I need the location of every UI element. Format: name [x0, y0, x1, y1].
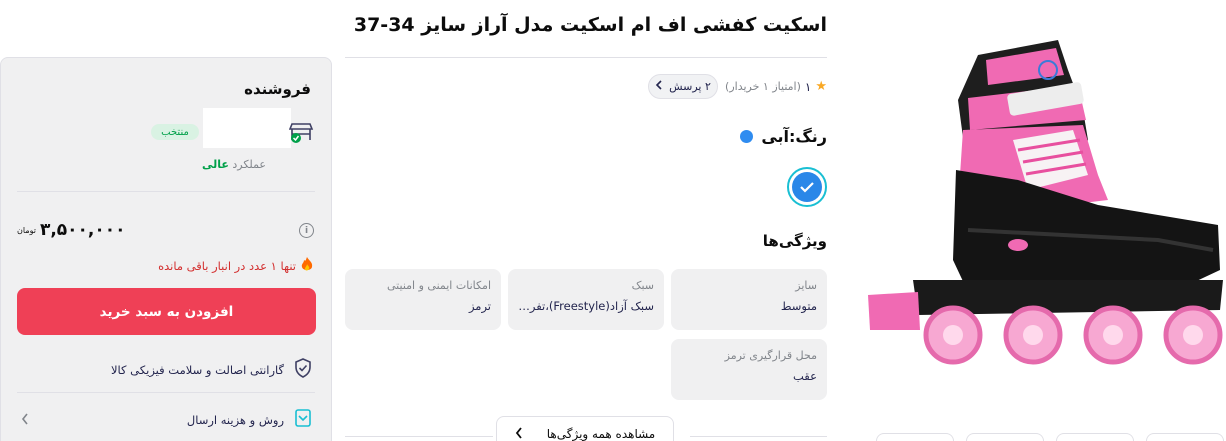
- selected-seller-badge: منتخب: [151, 124, 199, 140]
- color-selector-label: رنگ:آبی: [740, 127, 827, 146]
- feature-label: سایز: [795, 279, 817, 292]
- divider: [17, 392, 315, 393]
- thumbnail[interactable]: [966, 433, 1044, 441]
- color-dot-icon: [740, 130, 754, 143]
- features-heading: ویژگی‌ها: [762, 232, 827, 250]
- star-icon: ★: [815, 79, 827, 94]
- add-to-cart-button[interactable]: افزودن به سبد خرید: [17, 288, 316, 335]
- feature-value: سبک آزاد(Freestyle)،تفری...: [518, 299, 654, 313]
- thumbnail[interactable]: [1146, 433, 1224, 441]
- color-swatch-blue[interactable]: [787, 167, 827, 207]
- chevron-left-icon: [515, 426, 523, 441]
- chevron-left-icon[interactable]: [21, 410, 29, 429]
- see-all-label: مشاهده همه ویژگی‌ها: [546, 427, 656, 441]
- divider: [690, 436, 827, 437]
- feature-card: محل قرارگیری ترمز عقب: [671, 339, 827, 400]
- price: ۳,۵۰۰,۰۰۰ تومان: [17, 220, 126, 240]
- divider: [17, 191, 315, 192]
- product-image[interactable]: [858, 30, 1226, 425]
- divider: [345, 436, 493, 437]
- feature-value: متوسط: [780, 299, 817, 313]
- color-label: رنگ:آبی: [761, 127, 827, 146]
- shop-icon: [288, 120, 315, 148]
- seller-logo: [203, 108, 291, 148]
- info-icon[interactable]: i: [299, 223, 314, 238]
- stock-warning-text: تنها ۱ عدد در انبار باقی مانده: [158, 258, 296, 273]
- feature-label: محل قرارگیری ترمز: [724, 349, 817, 362]
- thumbnail-strip: [876, 433, 1224, 441]
- seller-panel: فروشنده منتخب عملکرد عالی i ۳,۵۰۰,۰۰۰ تو…: [0, 57, 332, 441]
- chevron-left-icon: [655, 80, 663, 93]
- see-all-features-button[interactable]: مشاهده همه ویژگی‌ها: [496, 416, 674, 441]
- seller-heading: فروشنده: [244, 80, 311, 98]
- seller-performance: عملکرد عالی: [201, 158, 266, 171]
- guarantee-text: گارانتی اصالت و سلامت فیزیکی کالا: [110, 362, 284, 377]
- divider: [345, 57, 827, 58]
- rating-buyers: (امتیاز ۱ خریدار): [725, 80, 801, 93]
- guarantee-row: گارانتی اصالت و سلامت فیزیکی کالا: [111, 358, 312, 381]
- feature-label: امکانات ایمنی و امنیتی: [387, 279, 491, 292]
- delivery-icon: [294, 408, 312, 431]
- stock-warning: تنها ۱ عدد در انبار باقی مانده: [158, 256, 314, 275]
- rating-summary: ★ ۱ (امتیاز ۱ خریدار): [725, 79, 827, 94]
- questions-chip[interactable]: ۲ پرسش: [648, 74, 718, 99]
- price-amount: ۳,۵۰۰,۰۰۰: [39, 220, 126, 240]
- questions-label: ۲ پرسش: [669, 80, 711, 93]
- rating-score: ۱: [804, 79, 812, 94]
- feature-value: ترمز: [468, 299, 491, 313]
- currency-label: تومان: [17, 225, 36, 235]
- check-icon: [799, 178, 815, 197]
- feature-value: عقب: [793, 369, 817, 383]
- feature-card: سبک سبک آزاد(Freestyle)،تفری...: [508, 269, 664, 330]
- shipping-text: روش و هزینه ارسال: [186, 412, 284, 427]
- feature-card: سایز متوسط: [671, 269, 827, 330]
- feature-label: سبک: [631, 279, 654, 292]
- fire-icon: [300, 256, 314, 275]
- feature-card: امکانات ایمنی و امنیتی ترمز: [345, 269, 501, 330]
- shipping-row[interactable]: روش و هزینه ارسال: [187, 408, 312, 431]
- product-title: اسکیت کفشی اف ام اسکیت مدل آراز سایز 34-…: [353, 14, 827, 36]
- thumbnail[interactable]: [1056, 433, 1134, 441]
- shield-icon: [294, 358, 312, 381]
- thumbnail[interactable]: [876, 433, 954, 441]
